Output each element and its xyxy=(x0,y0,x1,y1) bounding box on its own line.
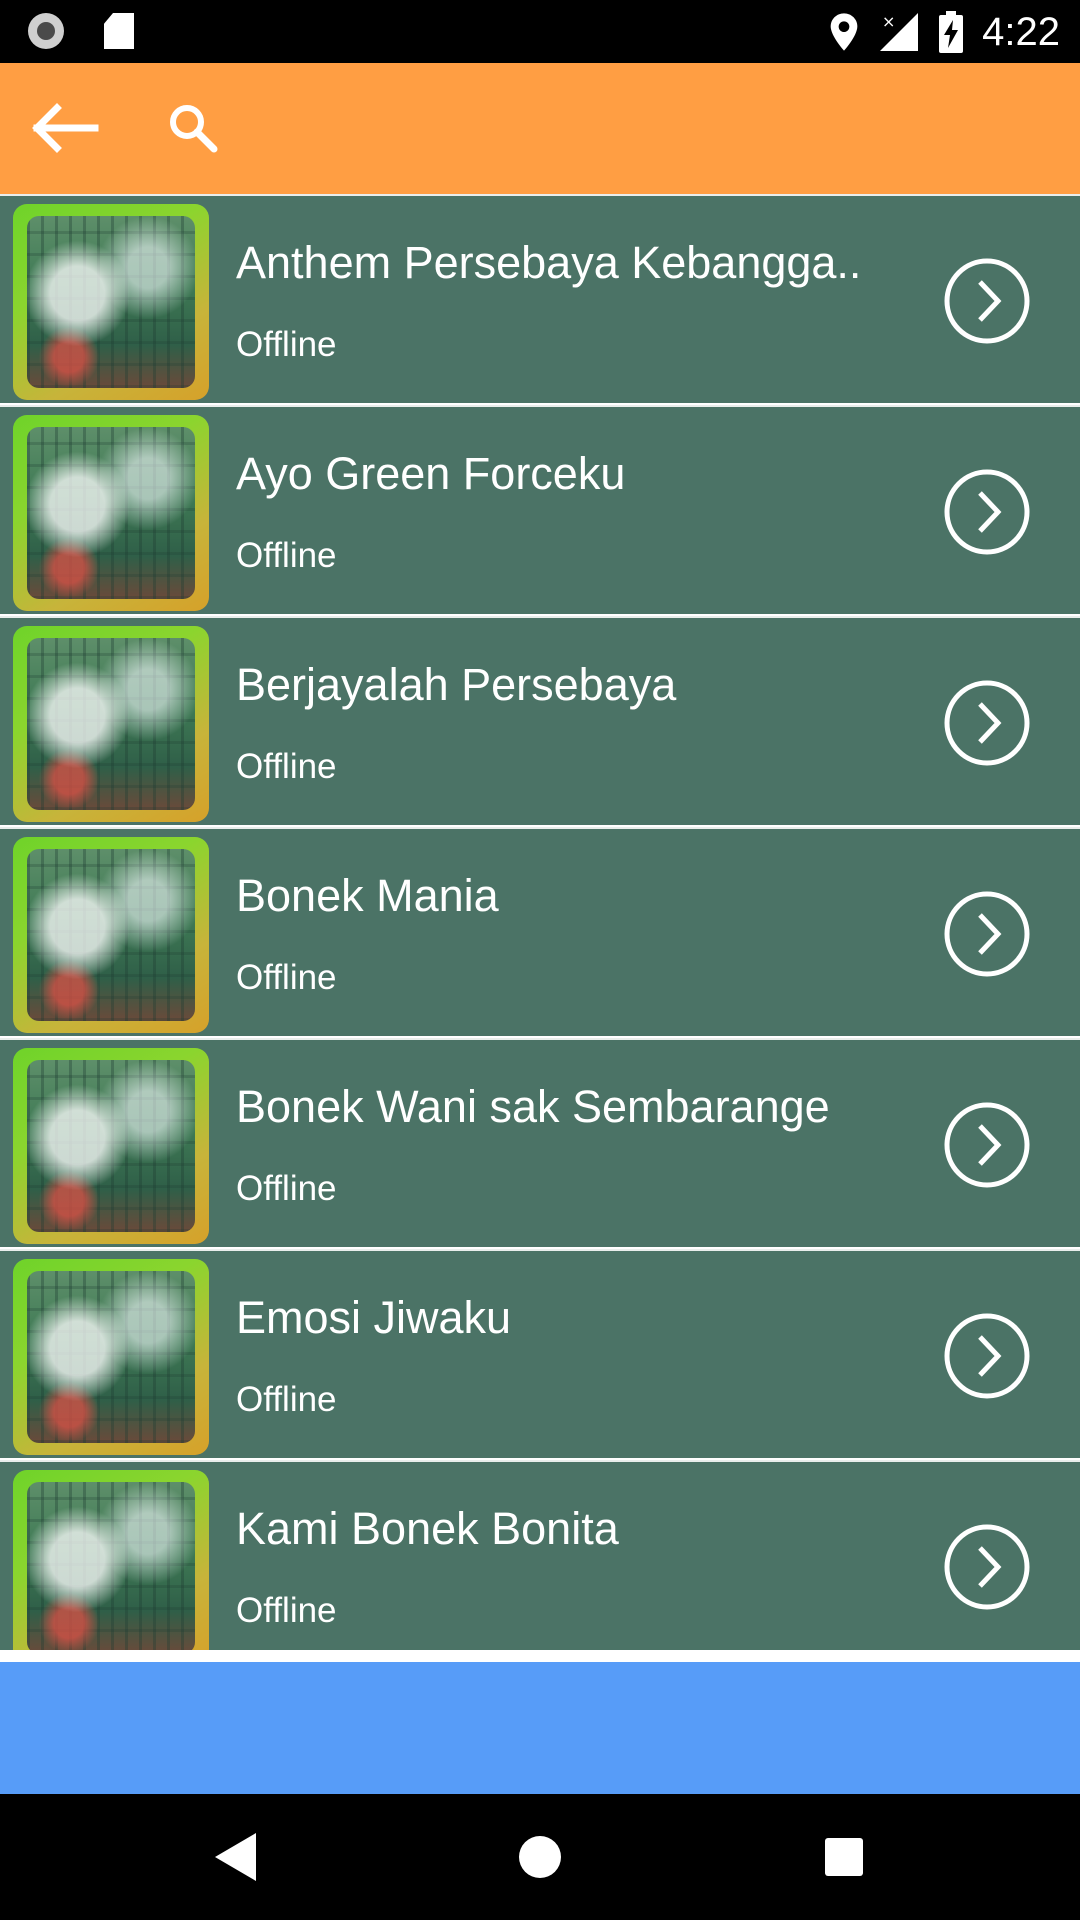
ad-banner[interactable] xyxy=(0,1662,1080,1794)
battery-charging-icon xyxy=(939,11,964,53)
song-status: Offline xyxy=(236,1591,337,1630)
song-thumbnail xyxy=(13,1259,209,1455)
screen-record-icon xyxy=(28,13,64,49)
song-thumbnail xyxy=(13,1470,209,1650)
chevron-right-circle-icon[interactable] xyxy=(942,1522,1032,1612)
search-icon xyxy=(170,105,218,153)
recents-square-icon xyxy=(825,1838,863,1876)
nav-recents-button[interactable] xyxy=(814,1827,874,1887)
chevron-right-circle-icon[interactable] xyxy=(942,889,1032,979)
svg-text:×: × xyxy=(882,12,895,31)
song-status: Offline xyxy=(236,325,337,364)
status-right-icons: × 4:22 xyxy=(828,8,1060,56)
song-title: Ayo Green Forceku xyxy=(236,448,626,499)
list-item[interactable]: Kami Bonek Bonita Offline xyxy=(0,1460,1080,1650)
list-item[interactable]: Anthem Persebaya Kebangga.. Offline xyxy=(0,194,1080,403)
status-left-icons xyxy=(28,13,134,49)
search-button[interactable] xyxy=(156,91,230,165)
home-circle-icon xyxy=(519,1836,561,1878)
chevron-right-circle-icon[interactable] xyxy=(942,1100,1032,1190)
back-button[interactable] xyxy=(22,91,106,165)
chevron-right-circle-icon[interactable] xyxy=(942,467,1032,557)
song-thumbnail xyxy=(13,1048,209,1244)
song-status: Offline xyxy=(236,1169,337,1208)
song-title: Kami Bonek Bonita xyxy=(236,1503,619,1554)
list-item[interactable]: Bonek Wani sak Sembarange Offline xyxy=(0,1038,1080,1247)
song-thumbnail xyxy=(13,626,209,822)
song-status: Offline xyxy=(236,747,337,786)
list-item[interactable]: Bonek Mania Offline xyxy=(0,827,1080,1036)
status-bar: × 4:22 xyxy=(0,0,1080,63)
list-item[interactable]: Ayo Green Forceku Offline xyxy=(0,405,1080,614)
list-item[interactable]: Berjayalah Persebaya Offline xyxy=(0,616,1080,825)
list-item[interactable]: Emosi Jiwaku Offline xyxy=(0,1249,1080,1458)
song-status: Offline xyxy=(236,1380,337,1419)
back-triangle-icon xyxy=(215,1833,256,1881)
song-title: Bonek Wani sak Sembarange xyxy=(236,1081,830,1132)
song-title: Bonek Mania xyxy=(236,870,499,921)
location-pin-icon xyxy=(830,13,858,51)
screen: × 4:22 Anthem Persebaya Kebangga.. Offli… xyxy=(0,0,1080,1920)
song-thumbnail xyxy=(13,415,209,611)
song-thumbnail xyxy=(13,204,209,400)
song-title: Berjayalah Persebaya xyxy=(236,659,677,710)
chevron-right-circle-icon[interactable] xyxy=(942,678,1032,768)
song-title: Emosi Jiwaku xyxy=(236,1292,512,1343)
chevron-right-circle-icon[interactable] xyxy=(942,256,1032,346)
song-list: Anthem Persebaya Kebangga.. Offline Ayo … xyxy=(0,194,1080,1650)
song-status: Offline xyxy=(236,958,337,997)
navigation-bar xyxy=(0,1794,1080,1920)
nav-home-button[interactable] xyxy=(510,1827,570,1887)
sd-card-icon xyxy=(104,13,134,49)
song-thumbnail xyxy=(13,837,209,1033)
nav-back-button[interactable] xyxy=(205,1827,265,1887)
arrow-back-icon xyxy=(32,103,99,153)
signal-no-service-icon: × xyxy=(880,12,919,51)
toolbar xyxy=(0,63,1080,194)
song-status: Offline xyxy=(236,536,337,575)
status-time: 4:22 xyxy=(982,10,1060,54)
chevron-right-circle-icon[interactable] xyxy=(942,1311,1032,1401)
song-title: Anthem Persebaya Kebangga.. xyxy=(236,237,862,288)
